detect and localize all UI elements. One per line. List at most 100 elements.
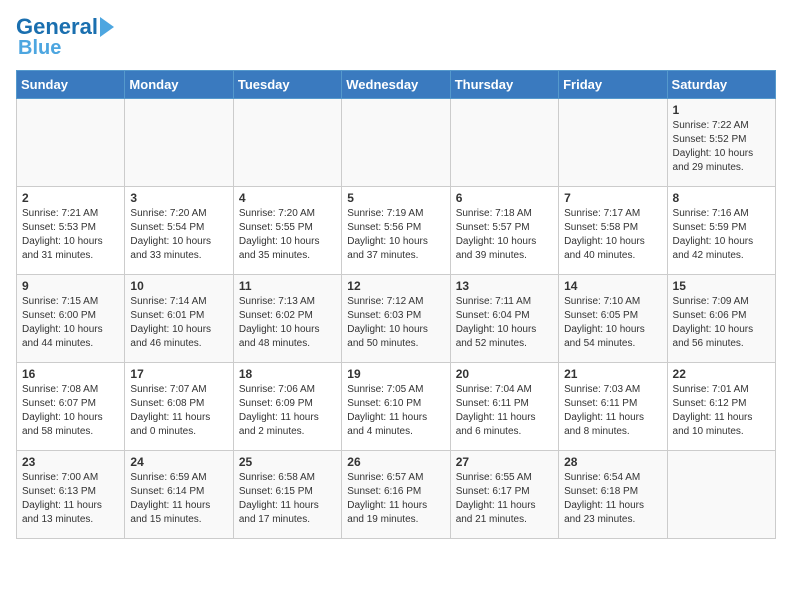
weekday-row: SundayMondayTuesdayWednesdayThursdayFrid… [17,71,776,99]
calendar-cell [450,99,558,187]
calendar-header: SundayMondayTuesdayWednesdayThursdayFrid… [17,71,776,99]
day-number: 4 [239,191,336,205]
calendar-cell: 12Sunrise: 7:12 AM Sunset: 6:03 PM Dayli… [342,275,450,363]
calendar-cell: 19 Sunrise: 7:05 AM Sunset: 6:10 PM Dayli… [342,363,450,451]
calendar-cell [667,451,775,539]
day-info: Sunrise: 7:20 AM Sunset: 5:54 PM Dayligh… [130,208,211,261]
week-row-5: 23 Sunrise: 7:00 AM Sunset: 6:13 PM Dayli… [17,451,776,539]
day-number: 20 [456,367,553,381]
calendar-cell: 22Sunrise: 7:01 AM Sunset: 6:12 PM Dayli… [667,363,775,451]
day-info: Sunrise: 7:04 AM Sunset: 6:11 PM Dayligh… [456,384,536,437]
calendar-cell: 3 Sunrise: 7:20 AM Sunset: 5:54 PM Daylig… [125,187,233,275]
day-number: 2 [22,191,119,205]
week-row-4: 16 Sunrise: 7:08 AM Sunset: 6:07 PM Dayli… [17,363,776,451]
day-number: 14 [564,279,661,293]
day-info: Sunrise: 7:18 AM Sunset: 5:57 PM Dayligh… [456,208,537,261]
day-number: 11 [239,279,336,293]
calendar-cell [233,99,341,187]
day-number: 28 [564,455,661,469]
day-info: Sunrise: 6:58 AM Sunset: 6:15 PM Dayligh… [239,472,319,525]
calendar-cell [342,99,450,187]
day-info: Sunrise: 7:22 AM Sunset: 5:52 PM Dayligh… [673,120,754,173]
calendar-cell: 15 Sunrise: 7:09 AM Sunset: 6:06 PM Dayli… [667,275,775,363]
logo-text: General [16,16,98,38]
day-number: 17 [130,367,227,381]
day-info: Sunrise: 7:09 AM Sunset: 6:06 PM Dayligh… [673,296,754,349]
calendar-cell [559,99,667,187]
calendar-cell [17,99,125,187]
day-info: Sunrise: 6:59 AM Sunset: 6:14 PM Dayligh… [130,472,210,525]
week-row-2: 2 Sunrise: 7:21 AM Sunset: 5:53 PM Daylig… [17,187,776,275]
week-row-1: 1Sunrise: 7:22 AM Sunset: 5:52 PM Daylig… [17,99,776,187]
calendar-cell: 10 Sunrise: 7:14 AM Sunset: 6:01 PM Dayli… [125,275,233,363]
day-info: Sunrise: 7:13 AM Sunset: 6:02 PM Dayligh… [239,296,320,349]
day-number: 3 [130,191,227,205]
day-number: 19 [347,367,444,381]
calendar-cell: 2 Sunrise: 7:21 AM Sunset: 5:53 PM Daylig… [17,187,125,275]
week-row-3: 9 Sunrise: 7:15 AM Sunset: 6:00 PM Daylig… [17,275,776,363]
calendar-cell: 23 Sunrise: 7:00 AM Sunset: 6:13 PM Dayli… [17,451,125,539]
day-number: 10 [130,279,227,293]
day-info: Sunrise: 7:15 AM Sunset: 6:00 PM Dayligh… [22,296,103,349]
day-info: Sunrise: 7:19 AM Sunset: 5:56 PM Dayligh… [347,208,428,261]
day-info: Sunrise: 7:06 AM Sunset: 6:09 PM Dayligh… [239,384,319,437]
day-info: Sunrise: 7:21 AM Sunset: 5:53 PM Dayligh… [22,208,103,261]
day-number: 23 [22,455,119,469]
weekday-header-saturday: Saturday [667,71,775,99]
day-info: Sunrise: 7:05 AM Sunset: 6:10 PM Dayligh… [347,384,427,437]
weekday-header-tuesday: Tuesday [233,71,341,99]
day-info: Sunrise: 7:11 AM Sunset: 6:04 PM Dayligh… [456,296,537,349]
day-number: 22 [673,367,770,381]
logo-arrow-icon [100,17,114,37]
weekday-header-thursday: Thursday [450,71,558,99]
day-number: 24 [130,455,227,469]
calendar-cell: 18 Sunrise: 7:06 AM Sunset: 6:09 PM Dayli… [233,363,341,451]
calendar-cell: 25 Sunrise: 6:58 AM Sunset: 6:15 PM Dayli… [233,451,341,539]
day-info: Sunrise: 6:57 AM Sunset: 6:16 PM Dayligh… [347,472,427,525]
calendar-cell: 14 Sunrise: 7:10 AM Sunset: 6:05 PM Dayli… [559,275,667,363]
day-number: 7 [564,191,661,205]
day-info: Sunrise: 7:20 AM Sunset: 5:55 PM Dayligh… [239,208,320,261]
calendar-cell: 24 Sunrise: 6:59 AM Sunset: 6:14 PM Dayli… [125,451,233,539]
day-number: 12 [347,279,444,293]
calendar-cell: 4 Sunrise: 7:20 AM Sunset: 5:55 PM Daylig… [233,187,341,275]
day-info: Sunrise: 7:10 AM Sunset: 6:05 PM Dayligh… [564,296,645,349]
day-info: Sunrise: 6:55 AM Sunset: 6:17 PM Dayligh… [456,472,536,525]
calendar-cell: 13 Sunrise: 7:11 AM Sunset: 6:04 PM Dayli… [450,275,558,363]
day-number: 25 [239,455,336,469]
day-number: 9 [22,279,119,293]
calendar-cell: 27 Sunrise: 6:55 AM Sunset: 6:17 PM Dayli… [450,451,558,539]
day-number: 26 [347,455,444,469]
day-info: Sunrise: 7:00 AM Sunset: 6:13 PM Dayligh… [22,472,102,525]
logo: General Blue [16,16,114,58]
day-number: 15 [673,279,770,293]
calendar-cell: 5 Sunrise: 7:19 AM Sunset: 5:56 PM Daylig… [342,187,450,275]
calendar-cell: 20 Sunrise: 7:04 AM Sunset: 6:11 PM Dayli… [450,363,558,451]
page-header: General Blue [16,16,776,58]
day-info: Sunrise: 7:03 AM Sunset: 6:11 PM Dayligh… [564,384,644,437]
day-number: 16 [22,367,119,381]
calendar-cell [125,99,233,187]
calendar-cell: 9 Sunrise: 7:15 AM Sunset: 6:00 PM Daylig… [17,275,125,363]
calendar-cell: 17Sunrise: 7:07 AM Sunset: 6:08 PM Dayli… [125,363,233,451]
day-info: Sunrise: 7:08 AM Sunset: 6:07 PM Dayligh… [22,384,103,437]
day-number: 8 [673,191,770,205]
day-info: Sunrise: 7:14 AM Sunset: 6:01 PM Dayligh… [130,296,211,349]
day-number: 5 [347,191,444,205]
day-number: 27 [456,455,553,469]
calendar-cell: 16 Sunrise: 7:08 AM Sunset: 6:07 PM Dayli… [17,363,125,451]
calendar-cell: 1Sunrise: 7:22 AM Sunset: 5:52 PM Daylig… [667,99,775,187]
calendar-cell: 21Sunrise: 7:03 AM Sunset: 6:11 PM Dayli… [559,363,667,451]
day-number: 18 [239,367,336,381]
day-number: 13 [456,279,553,293]
weekday-header-sunday: Sunday [17,71,125,99]
calendar-cell: 6Sunrise: 7:18 AM Sunset: 5:57 PM Daylig… [450,187,558,275]
weekday-header-friday: Friday [559,71,667,99]
day-info: Sunrise: 7:17 AM Sunset: 5:58 PM Dayligh… [564,208,645,261]
weekday-header-wednesday: Wednesday [342,71,450,99]
day-info: Sunrise: 6:54 AM Sunset: 6:18 PM Dayligh… [564,472,644,525]
calendar-cell: 26 Sunrise: 6:57 AM Sunset: 6:16 PM Dayli… [342,451,450,539]
calendar-cell: 7 Sunrise: 7:17 AM Sunset: 5:58 PM Daylig… [559,187,667,275]
logo-blue-text: Blue [18,38,61,58]
calendar-body: 1Sunrise: 7:22 AM Sunset: 5:52 PM Daylig… [17,99,776,539]
